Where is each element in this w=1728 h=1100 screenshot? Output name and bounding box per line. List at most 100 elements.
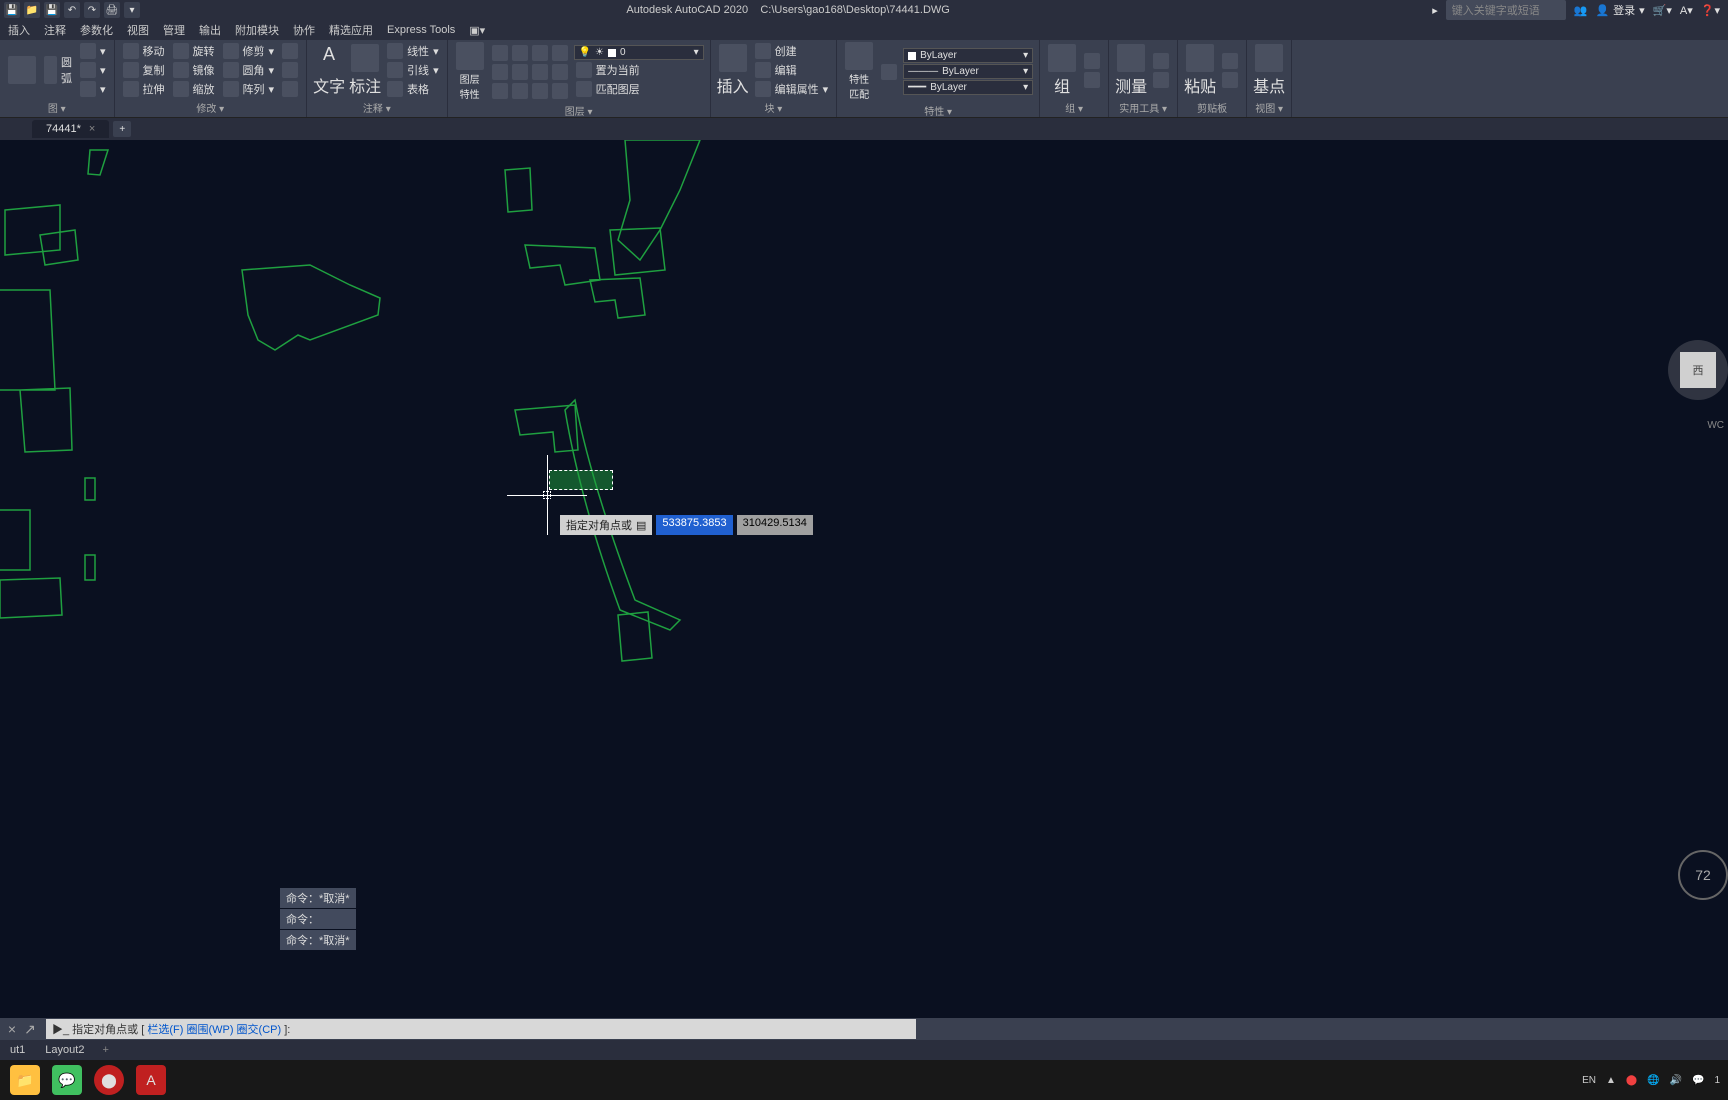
rotate-button[interactable]: 旋转 <box>171 42 217 60</box>
panel-label[interactable]: 视图 ▾ <box>1253 98 1285 115</box>
menu-item[interactable]: 注释 <box>44 22 66 38</box>
record-icon[interactable]: ⬤ <box>94 1065 124 1095</box>
tray-up-icon[interactable]: ▲ <box>1606 1075 1616 1086</box>
file-tab[interactable]: 74441* × <box>32 120 109 138</box>
dim-button[interactable]: 标注 <box>349 44 381 97</box>
create-button[interactable]: 创建 <box>753 42 831 60</box>
editattr-button[interactable]: 编辑属性▾ <box>753 80 831 98</box>
cart-icon[interactable]: 🛒▾ <box>1653 4 1672 17</box>
qat-saveall-icon[interactable]: 💾 <box>44 2 60 18</box>
explorer-icon[interactable]: 📁 <box>10 1065 40 1095</box>
text-button[interactable]: A文字 <box>313 44 345 97</box>
qat-redo-icon[interactable]: ↷ <box>84 2 100 18</box>
layer-props-button[interactable]: 图层 特性 <box>454 42 486 101</box>
qat-more-icon[interactable]: ▾ <box>124 2 140 18</box>
cmd-recent-button[interactable]: ↗ <box>22 1021 38 1037</box>
layer-state1-button[interactable] <box>490 44 570 62</box>
close-icon[interactable]: × <box>89 123 95 135</box>
list-icon[interactable]: ▤ <box>636 519 646 532</box>
props-palette-button[interactable] <box>879 63 899 81</box>
hatch-button[interactable]: ▾ <box>78 80 108 98</box>
modify-misc2-button[interactable] <box>280 61 300 79</box>
circle-button[interactable]: ▾ <box>78 42 108 60</box>
panel-label[interactable]: 实用工具 ▾ <box>1115 98 1171 115</box>
edit-button[interactable]: 编辑 <box>753 61 831 79</box>
tray-not-icon[interactable]: 💬 <box>1692 1075 1704 1086</box>
qat-save-icon[interactable]: 💾 <box>4 2 20 18</box>
menu-item[interactable]: 输出 <box>199 22 221 38</box>
cut-button[interactable] <box>1220 52 1240 70</box>
add-layout-button[interactable]: + <box>94 1042 116 1058</box>
menu-item[interactable]: 精选应用 <box>329 22 373 38</box>
leader-button[interactable]: 引线▾ <box>385 61 441 79</box>
group-button[interactable]: 组 <box>1046 44 1078 97</box>
group-sel-button[interactable] <box>1082 71 1102 89</box>
fillet-button[interactable]: 圆角▾ <box>221 61 277 79</box>
trim-button[interactable]: 修剪▾ <box>221 42 277 60</box>
menu-item[interactable]: 附加模块 <box>235 22 279 38</box>
spline-button[interactable]: ▾ <box>78 61 108 79</box>
ime-indicator[interactable]: EN <box>1582 1075 1596 1086</box>
arc-button[interactable]: 圆弧 <box>42 53 74 87</box>
wechat-icon[interactable]: 💬 <box>52 1065 82 1095</box>
color-dropdown[interactable]: ByLayer▾ <box>903 48 1033 63</box>
layer-state3-button[interactable] <box>490 82 570 100</box>
menu-item[interactable]: 管理 <box>163 22 185 38</box>
menu-item[interactable]: Express Tools <box>387 24 455 36</box>
insert-button[interactable]: 插入 <box>717 44 749 97</box>
tray-rec-icon[interactable]: ⬤ <box>1626 1075 1637 1086</box>
layer-dropdown[interactable]: 💡 ☀ 0 ▾ <box>574 45 704 60</box>
panel-label[interactable]: 特性 ▾ <box>843 101 1033 118</box>
a360-icon[interactable]: 👥 <box>1574 4 1588 17</box>
autodesk-icon[interactable]: A▾ <box>1680 4 1693 17</box>
new-tab-button[interactable]: + <box>113 121 131 137</box>
menu-item[interactable]: 插入 <box>8 22 30 38</box>
menu-item[interactable]: 视图 <box>127 22 149 38</box>
dyn-x-input[interactable]: 533875.3853 <box>656 515 732 535</box>
tray-net-icon[interactable]: 🌐 <box>1647 1075 1659 1086</box>
copy-clip-button[interactable] <box>1220 71 1240 89</box>
move-button[interactable]: 移动 <box>121 42 167 60</box>
menu-item[interactable]: 协作 <box>293 22 315 38</box>
qat-undo-icon[interactable]: ↶ <box>64 2 80 18</box>
layout-tab[interactable]: Layout2 <box>35 1042 94 1058</box>
help-icon[interactable]: ❓▾ <box>1701 4 1720 17</box>
panel-label[interactable]: 图层 ▾ <box>454 101 704 118</box>
util1-button[interactable] <box>1151 52 1171 70</box>
panel-toggle-icon[interactable]: ▣▾ <box>469 24 485 37</box>
dyn-y-input[interactable]: 310429.5134 <box>737 515 813 535</box>
viewcube[interactable]: 西 <box>1668 340 1728 400</box>
panel-label[interactable]: 注释 ▾ <box>313 98 441 115</box>
modify-misc1-button[interactable] <box>280 42 300 60</box>
tray-vol-icon[interactable]: 🔊 <box>1670 1075 1682 1086</box>
panel-label[interactable]: 修改 ▾ <box>121 98 301 115</box>
mirror-button[interactable]: 镜像 <box>171 61 217 79</box>
command-input[interactable]: ▶_ 指定对角点或 [ 栏选(F) 圈围(WP) 圈交(CP) ]: <box>46 1019 916 1039</box>
search-arrow-icon[interactable]: ▸ <box>1432 4 1438 17</box>
modify-misc3-button[interactable] <box>280 80 300 98</box>
group-edit-button[interactable] <box>1082 52 1102 70</box>
setcurrent-button[interactable]: 置为当前 <box>574 61 704 79</box>
matchlayer-button[interactable]: 匹配图层 <box>574 80 704 98</box>
scale-button[interactable]: 缩放 <box>171 80 217 98</box>
panel-label[interactable]: 剪贴板 <box>1184 98 1240 115</box>
table-button[interactable]: 表格 <box>385 80 441 98</box>
measure-button[interactable]: 测量 <box>1115 44 1147 97</box>
panel-label[interactable]: 图 ▾ <box>6 98 108 115</box>
util2-button[interactable] <box>1151 71 1171 89</box>
panel-label[interactable]: 组 ▾ <box>1046 98 1102 115</box>
login-button[interactable]: 👤 登录 ▾ <box>1595 2 1644 18</box>
base-button[interactable]: 基点 <box>1253 44 1285 97</box>
autocad-icon[interactable]: A <box>136 1065 166 1095</box>
search-input[interactable]: 键入关键字或短语 <box>1446 0 1566 20</box>
paste-button[interactable]: 粘贴 <box>1184 44 1216 97</box>
panel-label[interactable]: 块 ▾ <box>717 98 831 115</box>
viewcube-face[interactable]: 西 <box>1680 352 1716 388</box>
cmd-close-button[interactable]: × <box>4 1021 20 1037</box>
qat-print-icon[interactable]: 🖨 <box>104 2 120 18</box>
linear-button[interactable]: 线性▾ <box>385 42 441 60</box>
copy-button[interactable]: 复制 <box>121 61 167 79</box>
clock-time[interactable]: 1 <box>1714 1075 1720 1086</box>
match-props-button[interactable]: 特性 匹配 <box>843 42 875 101</box>
qat-open-icon[interactable]: 📁 <box>24 2 40 18</box>
